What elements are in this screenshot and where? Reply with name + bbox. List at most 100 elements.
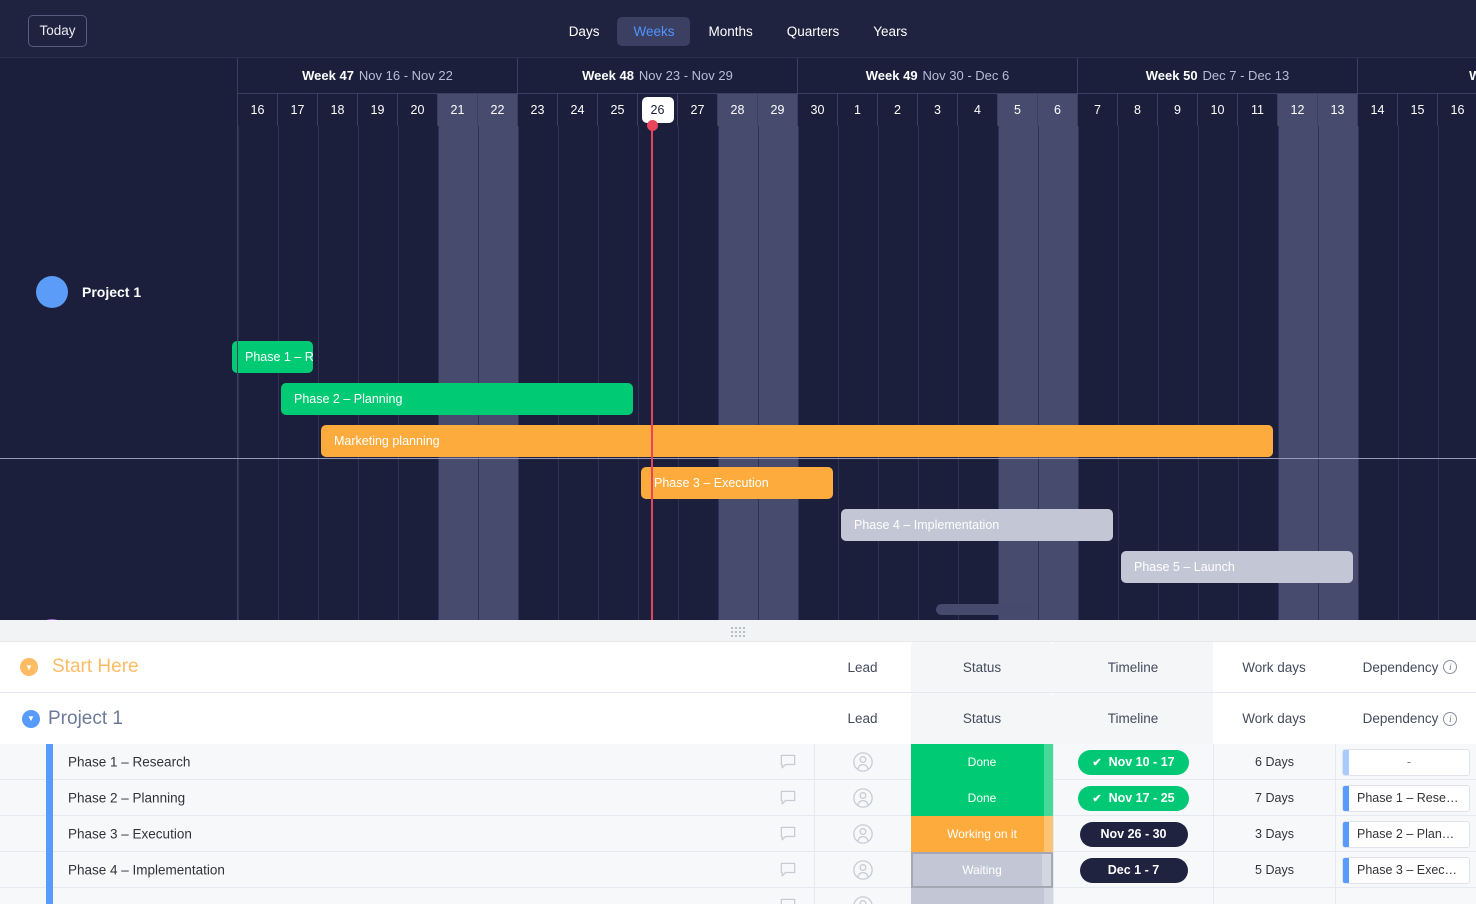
timeline-cell[interactable]: ✔Nov 17 - 25: [1053, 780, 1213, 816]
dependency-cell[interactable]: -: [1335, 744, 1476, 780]
zoom-level-days[interactable]: Days: [553, 17, 616, 46]
work-days-cell[interactable]: 3 Days: [1213, 816, 1335, 852]
project-divider: [0, 458, 1476, 459]
dependency-chip: Phase 1 – Rese…: [1342, 785, 1470, 812]
week-number: Week 50: [1146, 68, 1198, 83]
group-info-icon[interactable]: i: [1443, 712, 1457, 726]
table-row[interactable]: Phase 4 – ImplementationWaitingDec 1 - 7…: [0, 852, 1476, 888]
info-icon[interactable]: i: [1443, 660, 1457, 674]
weekend-column: [998, 126, 1038, 620]
week-range: Nov 16 - Nov 22: [359, 68, 453, 83]
weekend-column: [1318, 126, 1358, 620]
table-row[interactable]: Phase 3 – ExecutionWorking on itNov 26 -…: [0, 816, 1476, 852]
timeline-cell[interactable]: [1053, 888, 1213, 904]
timeline-cell[interactable]: Dec 1 - 7: [1053, 852, 1213, 888]
grid-line: [1198, 126, 1199, 620]
group-column-header-timeline[interactable]: Timeline: [1053, 693, 1213, 744]
updates-cell[interactable]: [762, 816, 814, 852]
updates-cell[interactable]: [762, 888, 814, 904]
group-column-header-dependency-label: Dependency: [1363, 711, 1439, 726]
status-cell[interactable]: Waiting: [911, 852, 1053, 888]
status-cell[interactable]: Working on it: [911, 816, 1053, 852]
project-row-label[interactable]: Project 2: [36, 619, 141, 620]
grid-line: [1438, 126, 1439, 620]
person-avatar-icon: [852, 787, 874, 809]
zoom-level-weeks[interactable]: Weeks: [617, 17, 690, 46]
day-header-cell: 8: [1118, 94, 1158, 126]
lead-cell[interactable]: [814, 888, 911, 904]
grid-line: [718, 126, 719, 620]
table-row[interactable]: Phase 1 – Research Done✔Nov 10 - 176 Days…: [0, 744, 1476, 780]
work-days-cell[interactable]: 5 Days: [1213, 852, 1335, 888]
gantt-bar[interactable]: Phase 4 – Implementation: [841, 509, 1113, 541]
work-days-cell[interactable]: 7 Days: [1213, 780, 1335, 816]
dependency-cell[interactable]: Phase 3 – Exec…: [1335, 852, 1476, 888]
group-collapse-chevron-down-icon[interactable]: ▼: [22, 710, 40, 728]
row-item-name: Phase 1 – Research: [68, 754, 190, 769]
gantt-bar[interactable]: Marketing planning: [321, 425, 1273, 457]
dependency-label: Phase 3 – Exec…: [1349, 863, 1469, 877]
group-column-header-status[interactable]: Status: [911, 693, 1053, 744]
day-header-cell: 16: [238, 94, 278, 126]
column-header-timeline[interactable]: Timeline: [1053, 642, 1213, 692]
weekend-column: [478, 126, 518, 620]
timeline-cell[interactable]: Nov 26 - 30: [1053, 816, 1213, 852]
grid-line: [478, 126, 479, 620]
speech-bubble-icon: [778, 752, 798, 772]
column-header-dependency[interactable]: Dependency i: [1335, 642, 1476, 692]
zoom-level-months[interactable]: Months: [692, 17, 768, 46]
board-collapse-chevron-down-icon[interactable]: ▼: [20, 658, 38, 676]
timeline-cell[interactable]: ✔Nov 10 - 17: [1053, 744, 1213, 780]
project-label-text: Project 1: [82, 284, 141, 300]
zoom-level-years[interactable]: Years: [857, 17, 923, 46]
drag-handle-icon[interactable]: [731, 627, 745, 635]
today-day-label: 26: [642, 97, 674, 123]
day-header-cell: 3: [918, 94, 958, 126]
panel-splitter[interactable]: [0, 620, 1476, 642]
timeline-header: Week 47Nov 16 - Nov 22Week 48Nov 23 - No…: [0, 58, 1476, 126]
column-header-lead[interactable]: Lead: [814, 642, 911, 692]
dependency-cell[interactable]: Phase 1 – Rese…: [1335, 780, 1476, 816]
lead-cell[interactable]: [814, 780, 911, 816]
row-color-accent: [46, 744, 53, 780]
dependency-cell[interactable]: Phase 2 – Plan…: [1335, 816, 1476, 852]
group-column-header-work-days[interactable]: Work days: [1213, 693, 1335, 744]
group-column-header-lead[interactable]: Lead: [814, 693, 911, 744]
project-row-label[interactable]: Project 1: [36, 276, 141, 308]
status-cell[interactable]: [911, 888, 1053, 904]
dependency-chip: Phase 3 – Exec…: [1342, 857, 1470, 884]
status-cell[interactable]: Done: [911, 744, 1053, 780]
gantt-bar[interactable]: Phase 2 – Planning: [281, 383, 633, 415]
column-header-status[interactable]: Status: [911, 642, 1053, 692]
grid-line: [958, 126, 959, 620]
updates-cell[interactable]: [762, 744, 814, 780]
column-header-work-days[interactable]: Work days: [1213, 642, 1335, 692]
board-header-row: ▼ Start Here Lead Status Timeline Work d…: [0, 642, 1476, 693]
speech-bubble-icon: [778, 896, 798, 904]
updates-cell[interactable]: [762, 780, 814, 816]
table-row[interactable]: [0, 888, 1476, 904]
speech-bubble-icon: [778, 824, 798, 844]
board-column-headers: Lead Status Timeline Work days Dependenc…: [814, 642, 1476, 692]
gantt-bar[interactable]: Phase 5 – Launch: [1121, 551, 1353, 583]
lead-cell[interactable]: [814, 744, 911, 780]
week-number: Week 47: [302, 68, 354, 83]
updates-cell[interactable]: [762, 852, 814, 888]
work-days-cell[interactable]: [1213, 888, 1335, 904]
zoom-level-quarters[interactable]: Quarters: [771, 17, 856, 46]
lead-cell[interactable]: [814, 852, 911, 888]
gantt-bar[interactable]: Phase 3 – Execution: [641, 467, 833, 499]
group-column-header-dependency[interactable]: Dependency i: [1335, 693, 1476, 744]
dependency-cell[interactable]: [1335, 888, 1476, 904]
weekend-column: [1038, 126, 1078, 620]
table-row[interactable]: Phase 2 – PlanningDone✔Nov 17 - 257 Days…: [0, 780, 1476, 816]
gantt-horizontal-scrollbar[interactable]: [936, 604, 1032, 615]
lead-cell[interactable]: [814, 816, 911, 852]
gantt-bar[interactable]: Phase 1 – R: [232, 341, 313, 373]
day-header-cell: 22: [478, 94, 518, 126]
work-days-cell[interactable]: 6 Days: [1213, 744, 1335, 780]
week-header-cell: Week 47 Nov 16 - Nov 22: [238, 58, 518, 94]
status-cell[interactable]: Done: [911, 780, 1053, 816]
grid-line: [278, 126, 279, 620]
row-color-accent: [46, 816, 53, 852]
